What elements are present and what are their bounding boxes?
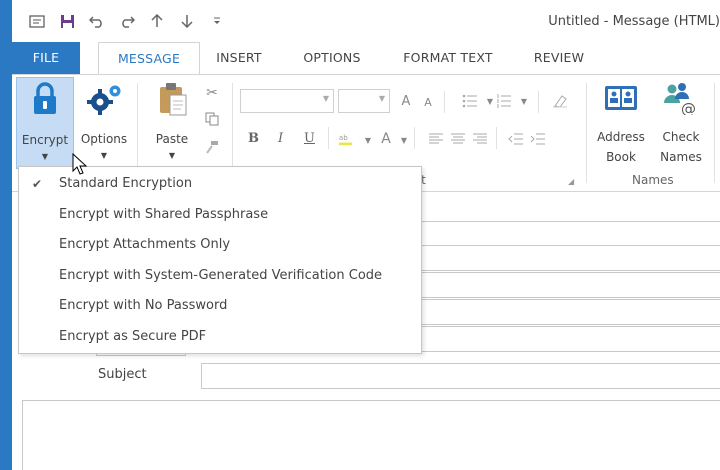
menu-item-verification-code[interactable]: Encrypt with System-Generated Verificati… [19, 261, 421, 292]
chevron-down-icon: ▼ [168, 151, 176, 160]
options-label: Options [80, 132, 128, 146]
increase-indent-icon[interactable] [530, 131, 546, 147]
title-bar: Untitled - Message (HTML) [12, 0, 720, 40]
message-body[interactable] [22, 400, 720, 470]
chevron-down-icon: ▼ [41, 152, 49, 161]
bcc-field[interactable] [414, 299, 720, 325]
paste-label: Paste [155, 132, 189, 146]
window-frame-border [0, 0, 12, 470]
grow-font-icon[interactable]: A [398, 93, 414, 109]
check-names-label-line1: Check [662, 130, 700, 144]
mouse-cursor-icon [72, 152, 88, 177]
align-center-icon[interactable] [450, 131, 466, 147]
encrypt-label: Encrypt [21, 133, 69, 147]
group-divider [586, 83, 587, 183]
encrypt-button[interactable]: Encrypt ▼ [16, 77, 74, 169]
address-book-label-line2: Book [606, 150, 636, 164]
align-right-icon[interactable] [472, 131, 488, 147]
tab-options[interactable]: OPTIONS [294, 42, 370, 74]
decrease-indent-icon[interactable] [508, 131, 524, 147]
form-divider [414, 221, 720, 222]
to-field[interactable] [414, 245, 720, 271]
window-title: Untitled - Message (HTML) [548, 14, 720, 29]
group-divider [444, 91, 445, 113]
bold-button[interactable]: B [248, 131, 259, 146]
menu-item-secure-pdf[interactable]: Encrypt as Secure PDF [19, 322, 421, 353]
bullets-icon[interactable] [462, 93, 478, 109]
clear-formatting-icon[interactable] [552, 93, 568, 109]
tab-format-text[interactable]: FORMAT TEXT [396, 42, 500, 74]
address-book-button[interactable]: Address Book [592, 77, 650, 169]
svg-text:@: @ [681, 100, 696, 115]
copy-icon[interactable] [204, 111, 220, 127]
address-book-icon [604, 83, 638, 116]
clipboard-icon [158, 81, 188, 120]
font-color-icon[interactable]: A [378, 131, 394, 147]
tab-review[interactable]: REVIEW [526, 42, 592, 74]
menu-item-no-password[interactable]: Encrypt with No Password [19, 291, 421, 322]
menu-item-label: Encrypt with Shared Passphrase [59, 206, 269, 222]
chevron-down-icon[interactable]: ▼ [516, 93, 532, 109]
gear-icon [86, 83, 124, 118]
address-book-label-line1: Address [597, 130, 645, 144]
chevron-down-icon[interactable]: ▼ [396, 132, 412, 148]
numbering-icon[interactable] [496, 93, 512, 109]
check-names-label-line2: Names [660, 150, 702, 164]
align-left-icon[interactable] [428, 131, 444, 147]
down-icon[interactable] [172, 10, 202, 32]
format-painter-icon[interactable] [204, 139, 220, 155]
check-names-icon: @ [662, 81, 700, 118]
cut-icon[interactable]: ✂ [204, 85, 220, 101]
menu-item-label: Standard Encryption [59, 176, 193, 191]
group-divider [538, 91, 539, 113]
menu-item-label: Encrypt Attachments Only [59, 237, 231, 252]
menu-item-label: Encrypt with System-Generated Verificati… [59, 267, 383, 283]
up-icon[interactable] [142, 10, 172, 32]
group-divider [328, 127, 329, 149]
ribbon-tabs: FILE MESSAGE INSERT OPTIONS FORMAT TEXT … [12, 42, 720, 75]
underline-button[interactable]: U [304, 131, 315, 146]
lock-icon [32, 82, 58, 119]
names-group-label: Names [632, 173, 674, 187]
customize-icon[interactable] [202, 10, 232, 32]
group-divider [714, 83, 715, 183]
menu-item-label: Encrypt with No Password [59, 298, 228, 313]
tab-message[interactable]: MESSAGE [98, 42, 200, 75]
redo-icon[interactable] [112, 10, 142, 32]
highlight-icon[interactable]: ab [338, 131, 354, 147]
paste-button[interactable]: Paste ▼ [146, 77, 198, 169]
italic-button[interactable]: I [278, 131, 283, 146]
font-size-combo[interactable]: ▼ [338, 89, 390, 113]
subject-label: Subject [98, 367, 147, 382]
shrink-font-icon[interactable]: A [420, 94, 436, 110]
dialog-launcher-icon[interactable]: ◢ [568, 177, 574, 186]
menu-item-attachments-only[interactable]: Encrypt Attachments Only [19, 230, 421, 261]
extra-field[interactable] [414, 326, 720, 352]
menu-item-shared-passphrase[interactable]: Encrypt with Shared Passphrase [19, 200, 421, 231]
group-divider [414, 127, 415, 149]
tab-file[interactable]: FILE [12, 42, 80, 74]
cc-field[interactable] [414, 272, 720, 298]
save-icon[interactable] [52, 10, 82, 32]
chevron-down-icon[interactable]: ▼ [360, 132, 376, 148]
check-names-button[interactable]: @ Check Names [652, 77, 710, 169]
svg-text:ab: ab [339, 133, 348, 142]
app-icon[interactable] [22, 10, 52, 32]
group-divider [496, 127, 497, 149]
tab-insert[interactable]: INSERT [208, 42, 270, 74]
message-window: Untitled - Message (HTML) FILE MESSAGE I… [12, 0, 720, 470]
menu-item-label: Encrypt as Secure PDF [59, 328, 207, 344]
font-name-combo[interactable]: ▼ [240, 89, 334, 113]
checkmark-icon: ✔ [32, 177, 43, 191]
subject-input[interactable] [201, 363, 720, 389]
undo-icon[interactable] [82, 10, 112, 32]
encrypt-dropdown-menu: ✔ Standard Encryption Encrypt with Share… [18, 166, 422, 354]
quick-access-toolbar [22, 10, 232, 32]
